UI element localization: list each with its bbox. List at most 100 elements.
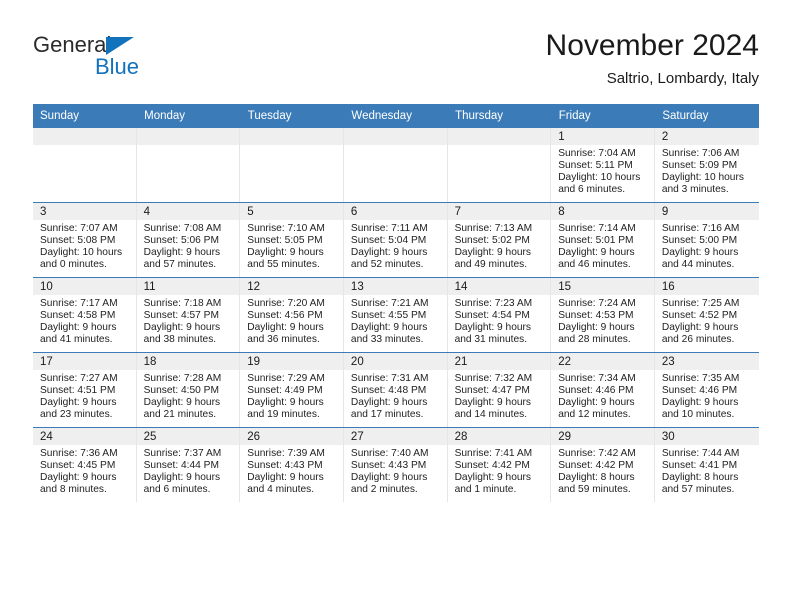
calendar-day-cell[interactable]: 12 Sunrise: 7:20 AM Sunset: 4:56 PM Dayligh… bbox=[240, 277, 344, 353]
sunrise-time: Sunrise: 7:06 AM bbox=[661, 148, 740, 159]
calendar-day-cell[interactable]: 25 Sunrise: 7:37 AM Sunset: 4:44 PM Dayligh… bbox=[136, 427, 241, 502]
calendar-body: 1 Sunrise: 7:04 AM Sunset: 5:11 PM Daylight… bbox=[33, 127, 759, 502]
sunrise-time: Sunrise: 7:32 AM bbox=[454, 373, 533, 384]
day-number: 7 bbox=[447, 203, 551, 220]
day-cell-content: 15 Sunrise: 7:24 AM Sunset: 4:53 PM Dayligh… bbox=[551, 278, 655, 352]
daylight-duration-line1: Daylight: 9 hours bbox=[454, 471, 532, 483]
sunset-time: Sunset: 4:50 PM bbox=[143, 384, 219, 396]
sun-info: Sunrise: 7:14 AM Sunset: 5:01 PM Daylight:… bbox=[551, 220, 654, 271]
sunset-time: Sunset: 4:43 PM bbox=[247, 459, 323, 471]
sunset-time: Sunset: 5:06 PM bbox=[143, 234, 219, 246]
daylight-duration-line2: and 0 minutes. bbox=[40, 258, 107, 270]
calendar-day-cell[interactable]: 22 Sunrise: 7:34 AM Sunset: 4:46 PM Dayligh… bbox=[551, 352, 655, 428]
day-number: 20 bbox=[343, 353, 447, 370]
sun-info: Sunrise: 7:13 AM Sunset: 5:02 PM Daylight:… bbox=[448, 220, 551, 271]
calendar-page: General Blue November 2024 Saltrio, Lomb… bbox=[0, 0, 792, 612]
day-cell-content: 1 Sunrise: 7:04 AM Sunset: 5:11 PM Daylight… bbox=[551, 128, 655, 202]
daylight-duration-line2: and 57 minutes. bbox=[661, 483, 735, 495]
daylight-duration-line1: Daylight: 10 hours bbox=[661, 171, 744, 183]
day-number: 5 bbox=[240, 203, 343, 220]
weekday-header-thursday: Thursday bbox=[447, 104, 552, 128]
calendar-day-cell bbox=[240, 127, 344, 203]
day-cell-content bbox=[33, 128, 137, 202]
day-cell-content: 26 Sunrise: 7:39 AM Sunset: 4:43 PM Dayligh… bbox=[240, 428, 344, 502]
daylight-duration-line2: and 6 minutes. bbox=[558, 183, 626, 195]
day-cell-content: 3 Sunrise: 7:07 AM Sunset: 5:08 PM Daylight… bbox=[33, 203, 137, 277]
day-number: 9 bbox=[654, 203, 759, 220]
calendar-day-cell[interactable]: 13 Sunrise: 7:21 AM Sunset: 4:55 PM Dayligh… bbox=[343, 277, 448, 353]
calendar-day-cell[interactable]: 30 Sunrise: 7:44 AM Sunset: 4:41 PM Dayligh… bbox=[654, 427, 759, 502]
day-number: 6 bbox=[343, 203, 447, 220]
calendar-day-cell[interactable]: 2 Sunrise: 7:06 AM Sunset: 5:09 PM Daylight… bbox=[654, 127, 759, 203]
day-cell-content: 20 Sunrise: 7:31 AM Sunset: 4:48 PM Dayligh… bbox=[343, 353, 448, 427]
calendar-day-cell[interactable]: 6 Sunrise: 7:11 AM Sunset: 5:04 PM Daylight… bbox=[343, 202, 448, 278]
sun-info: Sunrise: 7:31 AM Sunset: 4:48 PM Daylight:… bbox=[344, 370, 447, 421]
calendar-day-cell[interactable]: 19 Sunrise: 7:29 AM Sunset: 4:49 PM Dayligh… bbox=[240, 352, 344, 428]
calendar-day-cell[interactable]: 9 Sunrise: 7:16 AM Sunset: 5:00 PM Daylight… bbox=[654, 202, 759, 278]
daylight-duration-line2: and 17 minutes. bbox=[350, 408, 424, 420]
day-number: 14 bbox=[447, 278, 551, 295]
daylight-duration-line2: and 10 minutes. bbox=[661, 408, 735, 420]
calendar-day-cell[interactable]: 29 Sunrise: 7:42 AM Sunset: 4:42 PM Dayligh… bbox=[551, 427, 655, 502]
day-number: 22 bbox=[551, 353, 654, 370]
day-cell-content: 10 Sunrise: 7:17 AM Sunset: 4:58 PM Dayligh… bbox=[33, 278, 137, 352]
day-number bbox=[136, 128, 240, 145]
daylight-duration-line2: and 31 minutes. bbox=[454, 333, 528, 345]
day-cell-content: 16 Sunrise: 7:25 AM Sunset: 4:52 PM Dayligh… bbox=[654, 278, 759, 352]
daylight-duration-line1: Daylight: 9 hours bbox=[143, 396, 221, 408]
calendar-day-cell[interactable]: 14 Sunrise: 7:23 AM Sunset: 4:54 PM Dayligh… bbox=[447, 277, 552, 353]
general-blue-logo[interactable]: General Blue bbox=[33, 32, 233, 90]
sunset-time: Sunset: 5:04 PM bbox=[350, 234, 427, 246]
calendar-day-cell[interactable]: 1 Sunrise: 7:04 AM Sunset: 5:11 PM Daylight… bbox=[551, 127, 655, 203]
calendar-day-cell[interactable]: 8 Sunrise: 7:14 AM Sunset: 5:01 PM Daylight… bbox=[551, 202, 655, 278]
daylight-duration-line1: Daylight: 8 hours bbox=[661, 471, 739, 483]
sunset-time: Sunset: 4:46 PM bbox=[558, 384, 634, 396]
daylight-duration-line2: and 12 minutes. bbox=[558, 408, 631, 420]
calendar-day-cell[interactable]: 11 Sunrise: 7:18 AM Sunset: 4:57 PM Dayligh… bbox=[136, 277, 241, 353]
calendar-day-cell[interactable]: 20 Sunrise: 7:31 AM Sunset: 4:48 PM Dayligh… bbox=[343, 352, 448, 428]
day-number: 1 bbox=[551, 128, 654, 145]
daylight-duration-line1: Daylight: 9 hours bbox=[143, 246, 221, 258]
day-number: 3 bbox=[33, 203, 136, 220]
calendar-day-cell[interactable]: 15 Sunrise: 7:24 AM Sunset: 4:53 PM Dayligh… bbox=[551, 277, 655, 353]
calendar-day-cell[interactable]: 16 Sunrise: 7:25 AM Sunset: 4:52 PM Dayligh… bbox=[654, 277, 759, 353]
daylight-duration-line2: and 55 minutes. bbox=[247, 258, 320, 270]
day-number: 16 bbox=[654, 278, 759, 295]
calendar-day-cell[interactable]: 27 Sunrise: 7:40 AM Sunset: 4:43 PM Dayligh… bbox=[343, 427, 448, 502]
daylight-duration-line2: and 1 minute. bbox=[454, 483, 517, 495]
day-number: 12 bbox=[240, 278, 343, 295]
calendar-day-cell bbox=[343, 127, 448, 203]
calendar-day-cell[interactable]: 7 Sunrise: 7:13 AM Sunset: 5:02 PM Daylight… bbox=[447, 202, 552, 278]
daylight-duration-line1: Daylight: 9 hours bbox=[247, 471, 324, 483]
calendar-day-cell[interactable]: 23 Sunrise: 7:35 AM Sunset: 4:46 PM Dayligh… bbox=[654, 352, 759, 428]
daylight-duration-line2: and 59 minutes. bbox=[558, 483, 631, 495]
day-cell-content: 6 Sunrise: 7:11 AM Sunset: 5:04 PM Daylight… bbox=[343, 203, 448, 277]
calendar-day-cell[interactable]: 18 Sunrise: 7:28 AM Sunset: 4:50 PM Dayligh… bbox=[136, 352, 241, 428]
calendar-day-cell[interactable]: 10 Sunrise: 7:17 AM Sunset: 4:58 PM Dayligh… bbox=[33, 277, 137, 353]
calendar-day-cell[interactable]: 4 Sunrise: 7:08 AM Sunset: 5:06 PM Daylight… bbox=[136, 202, 241, 278]
calendar-day-cell[interactable]: 17 Sunrise: 7:27 AM Sunset: 4:51 PM Dayligh… bbox=[33, 352, 137, 428]
day-cell-content: 5 Sunrise: 7:10 AM Sunset: 5:05 PM Daylight… bbox=[240, 203, 344, 277]
page-title: November 2024 bbox=[545, 29, 759, 62]
calendar-day-cell[interactable]: 26 Sunrise: 7:39 AM Sunset: 4:43 PM Dayligh… bbox=[240, 427, 344, 502]
day-number: 28 bbox=[447, 428, 551, 445]
day-cell-content bbox=[447, 128, 552, 202]
sunset-time: Sunset: 4:55 PM bbox=[350, 309, 427, 321]
sunrise-time: Sunrise: 7:28 AM bbox=[143, 373, 222, 384]
calendar-day-cell[interactable]: 3 Sunrise: 7:07 AM Sunset: 5:08 PM Daylight… bbox=[33, 202, 137, 278]
sun-info: Sunrise: 7:08 AM Sunset: 5:06 PM Daylight:… bbox=[137, 220, 240, 271]
sunset-time: Sunset: 4:43 PM bbox=[350, 459, 427, 471]
calendar-day-cell[interactable]: 24 Sunrise: 7:36 AM Sunset: 4:45 PM Dayligh… bbox=[33, 427, 137, 502]
sunrise-time: Sunrise: 7:29 AM bbox=[247, 373, 325, 384]
daylight-duration-line1: Daylight: 9 hours bbox=[247, 246, 324, 258]
weekday-header-wednesday: Wednesday bbox=[343, 104, 449, 128]
daylight-duration-line2: and 4 minutes. bbox=[247, 483, 315, 495]
calendar-day-cell[interactable]: 5 Sunrise: 7:10 AM Sunset: 5:05 PM Daylight… bbox=[240, 202, 344, 278]
sunrise-time: Sunrise: 7:14 AM bbox=[558, 223, 636, 234]
weekday-header-saturday: Saturday bbox=[654, 104, 759, 128]
calendar-day-cell[interactable]: 28 Sunrise: 7:41 AM Sunset: 4:42 PM Dayligh… bbox=[447, 427, 552, 502]
calendar-day-cell[interactable]: 21 Sunrise: 7:32 AM Sunset: 4:47 PM Dayligh… bbox=[447, 352, 552, 428]
sun-info: Sunrise: 7:44 AM Sunset: 4:41 PM Daylight:… bbox=[655, 445, 759, 496]
day-cell-content: 24 Sunrise: 7:36 AM Sunset: 4:45 PM Dayligh… bbox=[33, 428, 137, 502]
day-cell-content: 21 Sunrise: 7:32 AM Sunset: 4:47 PM Dayligh… bbox=[447, 353, 552, 427]
